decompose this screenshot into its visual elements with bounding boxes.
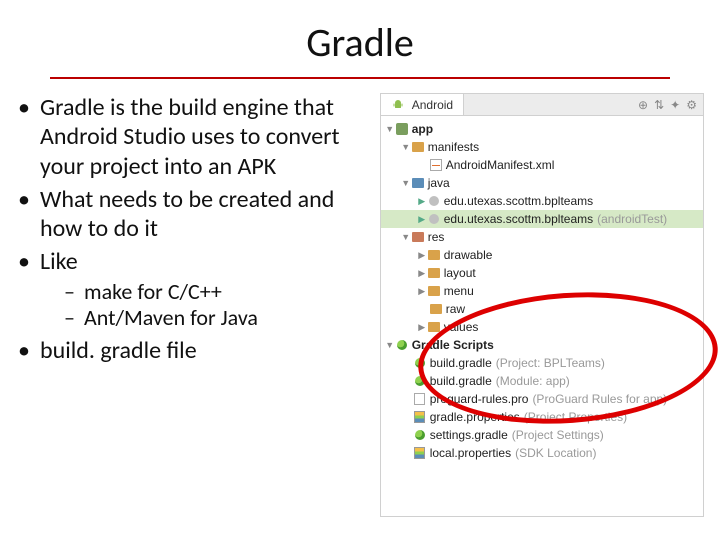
properties-icon bbox=[413, 446, 427, 460]
tree-node-gradle-properties[interactable]: gradle.properties (Project Properties) bbox=[381, 408, 703, 426]
properties-icon bbox=[413, 410, 427, 424]
gear-icon[interactable]: ⚙ bbox=[686, 98, 697, 112]
title-underline bbox=[50, 77, 670, 79]
android-icon bbox=[391, 98, 405, 112]
bullet-column: Gradle is the build engine that Android … bbox=[16, 93, 370, 517]
folder-icon bbox=[427, 320, 441, 334]
tree-node-layout[interactable]: ▶ layout bbox=[381, 264, 703, 282]
ide-tabbar: Android ⊕ ⇅ ✦ ⚙ bbox=[381, 94, 703, 116]
tree-node-values[interactable]: ▶ values bbox=[381, 318, 703, 336]
tree-node-app[interactable]: ▼ app bbox=[381, 120, 703, 138]
folder-icon bbox=[411, 140, 425, 154]
tab-android-label: Android bbox=[412, 98, 453, 112]
tree-node-settings-gradle[interactable]: settings.gradle (Project Settings) bbox=[381, 426, 703, 444]
xml-icon bbox=[429, 158, 443, 172]
toolbar-sort-icon[interactable]: ⇅ bbox=[654, 98, 664, 112]
toolbar-collapse-icon[interactable]: ✦ bbox=[670, 98, 680, 112]
tree-node-proguard[interactable]: proguard-rules.pro (ProGuard Rules for a… bbox=[381, 390, 703, 408]
folder-icon bbox=[411, 176, 425, 190]
bullet-item: build. gradle file bbox=[16, 336, 370, 365]
bullet-item: Like make for C/C++ Ant/Maven for Java bbox=[16, 247, 370, 332]
tree-node-menu[interactable]: ▶ menu bbox=[381, 282, 703, 300]
ide-project-panel: Android ⊕ ⇅ ✦ ⚙ ▼ app ▼ manifests bbox=[380, 93, 704, 517]
gradle-icon bbox=[413, 428, 427, 442]
tree-node-manifests[interactable]: ▼ manifests bbox=[381, 138, 703, 156]
content-row: Gradle is the build engine that Android … bbox=[0, 93, 720, 517]
tree-node-java[interactable]: ▼ java bbox=[381, 174, 703, 192]
tree-node-gradle-scripts[interactable]: ▼ Gradle Scripts bbox=[381, 336, 703, 354]
folder-icon bbox=[427, 284, 441, 298]
sub-bullet: Ant/Maven for Java bbox=[40, 305, 370, 332]
gradle-icon bbox=[413, 356, 427, 370]
sub-bullet: make for C/C++ bbox=[40, 279, 370, 306]
tree-node-package-test[interactable]: ▶ edu.utexas.scottm.bplteams (androidTes… bbox=[381, 210, 703, 228]
project-tree[interactable]: ▼ app ▼ manifests AndroidManifest.xml ▼ … bbox=[381, 116, 703, 516]
tree-node-manifest-file[interactable]: AndroidManifest.xml bbox=[381, 156, 703, 174]
folder-icon bbox=[411, 230, 425, 244]
tree-node-package[interactable]: ▶ edu.utexas.scottm.bplteams bbox=[381, 192, 703, 210]
tree-node-build-gradle-module[interactable]: build.gradle (Module: app) bbox=[381, 372, 703, 390]
package-icon bbox=[427, 212, 441, 226]
tree-node-build-gradle-project[interactable]: build.gradle (Project: BPLTeams) bbox=[381, 354, 703, 372]
tree-node-local-properties[interactable]: local.properties (SDK Location) bbox=[381, 444, 703, 462]
package-icon bbox=[427, 194, 441, 208]
folder-icon bbox=[427, 248, 441, 262]
module-icon bbox=[395, 122, 409, 136]
file-icon bbox=[413, 392, 427, 406]
tree-node-raw[interactable]: raw bbox=[381, 300, 703, 318]
tree-node-drawable[interactable]: ▶ drawable bbox=[381, 246, 703, 264]
folder-icon bbox=[427, 266, 441, 280]
folder-icon bbox=[429, 302, 443, 316]
bullet-item: Gradle is the build engine that Android … bbox=[16, 93, 370, 181]
toolbar-add-icon[interactable]: ⊕ bbox=[638, 98, 648, 112]
bullet-item: What needs to be created and how to do i… bbox=[16, 185, 370, 244]
gradle-icon bbox=[395, 338, 409, 352]
tree-node-res[interactable]: ▼ res bbox=[381, 228, 703, 246]
gradle-icon bbox=[413, 374, 427, 388]
page-title: Gradle bbox=[0, 0, 720, 77]
tab-android[interactable]: Android bbox=[381, 94, 464, 115]
